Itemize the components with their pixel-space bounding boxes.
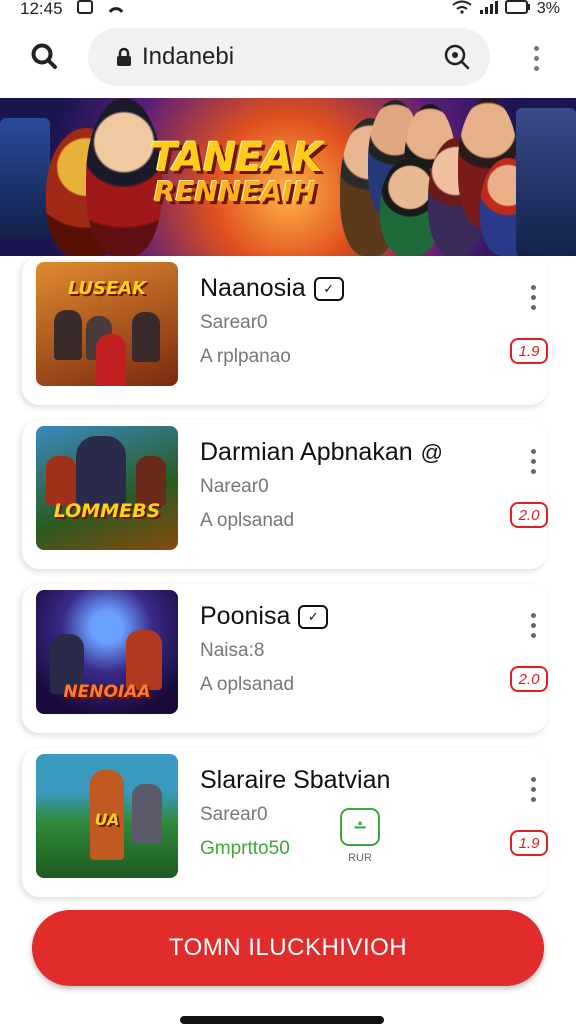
- app-title-text: Naanosia: [200, 274, 306, 302]
- verified-badge-icon: ✓: [298, 604, 329, 629]
- app-title: Darmian Apbnakan @: [200, 438, 443, 467]
- battery-icon: [504, 0, 531, 19]
- app-thumbnail: NENOIAA: [36, 590, 178, 714]
- magnifier-icon: [444, 44, 470, 70]
- browser-toolbar: Indanebi: [0, 26, 576, 88]
- more-options-button[interactable]: [522, 446, 544, 476]
- app-title: Naanosia ✓: [200, 274, 344, 303]
- app-title-text: Slaraire Sbatvian: [200, 766, 391, 794]
- address-search-button[interactable]: [442, 42, 472, 72]
- app-subtitle: Sarear0: [200, 312, 268, 333]
- more-options-button[interactable]: [522, 774, 544, 804]
- lock-icon: [116, 46, 134, 68]
- search-icon: [31, 43, 57, 69]
- app-subtitle: Narear0: [200, 476, 269, 497]
- overflow-menu-button[interactable]: [522, 40, 550, 76]
- app-thumbnail: LUSEAK: [36, 262, 178, 386]
- notification-icon: [76, 0, 93, 19]
- thumbnail-label: LUSEAK: [67, 278, 147, 299]
- sync-icon: [107, 0, 125, 19]
- rating-badge: 1.9: [510, 338, 548, 364]
- signal-icon: [479, 0, 499, 19]
- app-title-text: Darmian Apbnakan: [200, 438, 413, 466]
- app-subtitle: Naisa:8: [200, 640, 265, 661]
- wifi-icon: [451, 0, 473, 19]
- verified-badge-icon: ✓: [313, 276, 344, 301]
- app-description: A rplpanao: [200, 346, 291, 367]
- install-label: RUR: [348, 852, 372, 864]
- more-vert-icon: [533, 45, 539, 51]
- list-item[interactable]: NENOIAA Poonisa ✓ Naisa:8 A oplsanad 2.0: [22, 584, 548, 734]
- list-item[interactable]: UA Slaraire Sbatvian Sarear0 Gmprtto50 ∸…: [22, 748, 548, 898]
- app-description: Gmprtto50: [200, 838, 290, 859]
- rating-badge: 1.9: [510, 830, 548, 856]
- more-options-button[interactable]: [522, 282, 544, 312]
- primary-action-button[interactable]: TOMN ILUCKHIVIOH: [32, 910, 544, 986]
- more-options-button[interactable]: [522, 610, 544, 640]
- app-title-text: Poonisa: [200, 602, 291, 630]
- app-thumbnail: UA: [36, 754, 178, 878]
- app-thumbnail: LOMMEBS: [36, 426, 178, 550]
- list-item[interactable]: LOMMEBS Darmian Apbnakan @ Narear0 A opl…: [22, 420, 548, 570]
- thumbnail-label: LOMMEBS: [53, 500, 161, 522]
- status-time: 12:45: [20, 0, 63, 18]
- app-title: Slaraire Sbatvian: [200, 766, 390, 795]
- install-icon[interactable]: ∸: [340, 808, 380, 846]
- more-vert-icon: [530, 612, 536, 618]
- list-item[interactable]: LUSEAK Naanosia ✓ Sarear0 A rplpanao 1.9: [22, 256, 548, 406]
- app-description: A oplsanad: [200, 674, 295, 695]
- thumbnail-label: NENOIAA: [63, 682, 151, 702]
- banner-title-line2: RENNEAIH: [153, 175, 317, 208]
- banner-title: TANEAK RENNEAIH: [150, 135, 323, 208]
- app-description: A oplsanad: [200, 510, 295, 531]
- app-title: Poonisa ✓: [200, 602, 329, 631]
- more-vert-icon: [530, 284, 536, 290]
- search-button[interactable]: [26, 38, 62, 74]
- rating-badge: 2.0: [510, 666, 548, 692]
- thumbnail-label: UA: [94, 810, 120, 829]
- rating-badge: 2.0: [510, 502, 548, 528]
- address-text[interactable]: Indanebi: [142, 43, 442, 71]
- promo-banner[interactable]: TANEAK RENNEAIH: [0, 98, 576, 256]
- app-subtitle: Sarear0: [200, 804, 268, 825]
- banner-title-line1: TANEAK: [150, 135, 323, 181]
- battery-level: 3%: [536, 0, 560, 17]
- at-icon: @: [420, 439, 443, 465]
- more-vert-icon: [530, 776, 536, 782]
- home-indicator[interactable]: [180, 1016, 384, 1024]
- address-bar[interactable]: Indanebi: [88, 28, 490, 86]
- status-bar: 12:45 3%: [0, 0, 576, 18]
- more-vert-icon: [530, 448, 536, 454]
